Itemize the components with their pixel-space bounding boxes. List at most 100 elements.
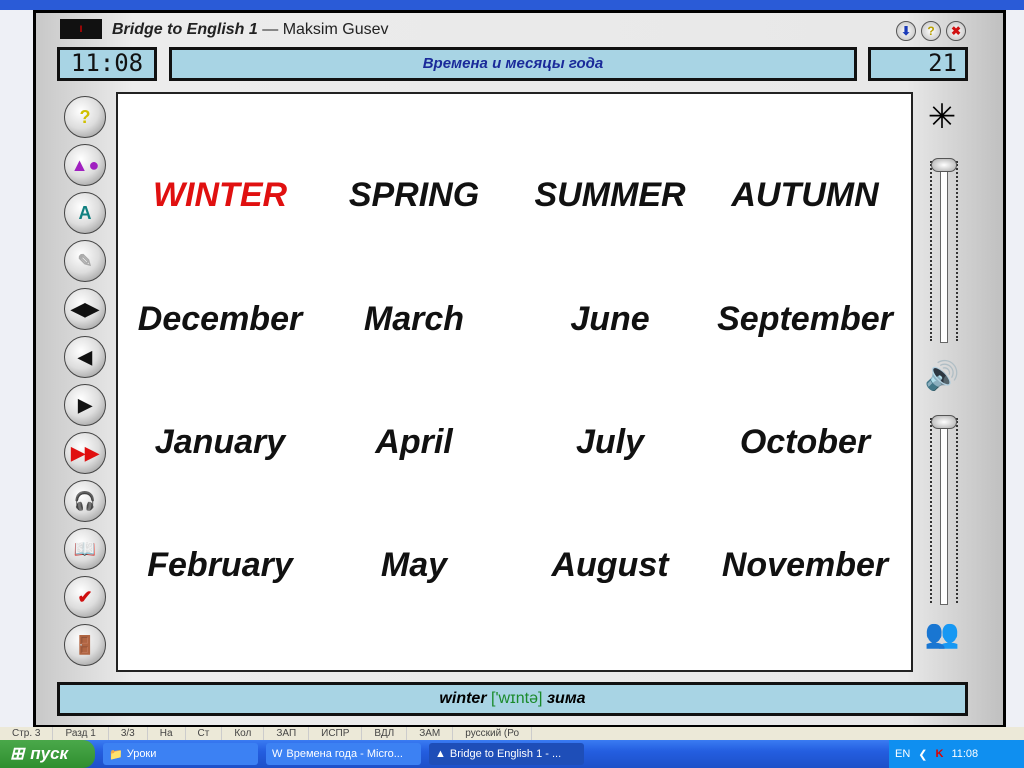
month-word[interactable]: October: [708, 423, 903, 462]
speaker-icon[interactable]: 🔊: [920, 359, 964, 392]
window-title: Bridge to English 1 — Maksim Gusev: [112, 21, 388, 39]
fast-forward-button[interactable]: ▶▶: [64, 432, 106, 474]
users-icon[interactable]: 👥: [920, 617, 964, 650]
start-label: пуск: [30, 744, 69, 763]
slider-ticks: [930, 161, 934, 341]
folder-icon: 📁: [109, 748, 123, 761]
season-heading[interactable]: AUTUMN: [708, 176, 903, 215]
word-titlebar: [0, 0, 1024, 10]
month-word[interactable]: December: [123, 300, 318, 339]
status-field: ИСПР: [309, 727, 363, 741]
topic-title: Времена и месяцы года: [169, 47, 857, 81]
month-word[interactable]: March: [317, 300, 512, 339]
notes-icon: ✎: [77, 250, 93, 271]
word-scrollbar-right[interactable]: [1005, 10, 1024, 727]
forward-button[interactable]: ▶: [64, 384, 106, 426]
sparkle-icon[interactable]: ✳: [920, 97, 964, 137]
system-tray: EN ❮ K 11:08: [889, 740, 1024, 768]
task-label: Времена года - Micro...: [286, 748, 403, 760]
volume-slider[interactable]: [940, 415, 948, 605]
help-button[interactable]: ?: [921, 21, 941, 41]
slider-ticks: [956, 161, 960, 341]
start-button[interactable]: ⊞ пуск: [0, 740, 95, 768]
dictionary-icon: 📖: [73, 538, 97, 559]
slider-ticks: [930, 418, 934, 603]
speed-slider[interactable]: [940, 158, 948, 343]
status-field: Разд 1: [53, 727, 109, 741]
footer-translation: зима: [546, 690, 586, 707]
taskbar: ⊞ пуск 📁 Уроки W Времена года - Micro... ▲ B…: [0, 740, 1024, 768]
dictionary-button[interactable]: 📖: [64, 528, 106, 570]
bridge-icon: ▲: [435, 748, 446, 760]
speed-slider-handle[interactable]: [931, 158, 957, 172]
season-heading[interactable]: SUMMER: [513, 176, 708, 215]
notes-button[interactable]: ✎: [64, 240, 106, 282]
slider-ticks: [956, 418, 960, 603]
season-heading[interactable]: SPRING: [317, 176, 512, 215]
headset-icon: 🎧: [73, 490, 97, 511]
footer-transcription: ['wɪntə]: [491, 690, 543, 707]
status-field: Кол: [222, 727, 265, 741]
footer-word: winter: [439, 690, 487, 707]
status-field: ЗАП: [264, 727, 310, 741]
task-bridge[interactable]: ▲ Bridge to English 1 - ...: [429, 743, 584, 765]
month-word[interactable]: November: [708, 546, 903, 585]
shapes-button[interactable]: ▲●: [64, 144, 106, 186]
forward-icon: ▶: [78, 394, 92, 415]
status-field: 3/3: [109, 727, 148, 741]
help-button[interactable]: ?: [64, 96, 106, 138]
antivirus-icon[interactable]: K: [936, 748, 944, 760]
close-button[interactable]: ✖: [946, 21, 966, 41]
status-field: На: [148, 727, 186, 741]
check-icon: ✔: [77, 586, 93, 607]
clock-display: 11:08: [57, 47, 157, 81]
windows-logo-icon: ⊞: [10, 744, 25, 763]
tray-expand-icon[interactable]: ❮: [918, 748, 927, 761]
status-field: ВДЛ: [362, 727, 408, 741]
headset-button[interactable]: 🎧: [64, 480, 106, 522]
logo-text: I: [79, 24, 83, 34]
exit-icon: 🚪: [73, 634, 97, 655]
task-folder[interactable]: 📁 Уроки: [103, 743, 258, 765]
title-author: — Maksim Gusev: [257, 21, 389, 38]
language-indicator[interactable]: EN: [895, 748, 910, 760]
tray-clock: 11:08: [951, 748, 979, 760]
title-app: Bridge to English 1: [112, 21, 258, 38]
volume-slider-handle[interactable]: [931, 415, 957, 429]
month-word[interactable]: May: [317, 546, 512, 585]
month-word[interactable]: June: [513, 300, 708, 339]
exit-button[interactable]: 🚪: [64, 624, 106, 666]
fast-forward-icon: ▶▶: [71, 442, 99, 463]
shapes-icon: ▲●: [70, 154, 100, 175]
season-heading[interactable]: WINTER: [123, 176, 318, 215]
task-label: Уроки: [126, 748, 157, 760]
status-field: Ст: [186, 727, 223, 741]
month-word[interactable]: January: [123, 423, 318, 462]
minimize-button[interactable]: ⬇: [896, 21, 916, 41]
status-field: русский (Ро: [453, 727, 533, 741]
app-logo: I: [60, 19, 102, 39]
word-icon: W: [272, 748, 283, 760]
month-word[interactable]: July: [513, 423, 708, 462]
status-field: Стр. 3: [0, 727, 54, 741]
app-window: I Bridge to English 1 — Maksim Gusev ⬇? ✖…: [33, 10, 1006, 728]
month-word[interactable]: April: [317, 423, 512, 462]
back-icon: ◀: [78, 346, 92, 367]
prev-next-icon: ◀▶: [71, 298, 99, 319]
month-word[interactable]: September: [708, 300, 903, 339]
status-field: ЗАМ: [407, 727, 454, 741]
alphabet-button[interactable]: A: [64, 192, 106, 234]
month-word[interactable]: February: [123, 546, 318, 585]
help-icon: ?: [79, 106, 91, 127]
translation-bar: winter ['wɪntə] зима: [57, 682, 968, 716]
word-toolbar-left: [0, 10, 34, 727]
task-word[interactable]: W Времена года - Micro...: [266, 743, 421, 765]
word-grid: WINTER SPRING SUMMER AUTUMN December March Jun…: [116, 92, 913, 672]
month-word[interactable]: August: [513, 546, 708, 585]
back-button[interactable]: ◀: [64, 336, 106, 378]
alphabet-icon: A: [78, 202, 92, 223]
counter-display: 21: [868, 47, 968, 81]
word-statusbar: Стр. 3 Разд 1 3/3 На Ст Кол ЗАП ИСПР ВДЛ ЗАМ русск…: [0, 727, 1024, 741]
prev-next-button[interactable]: ◀▶: [64, 288, 106, 330]
check-button[interactable]: ✔: [64, 576, 106, 618]
